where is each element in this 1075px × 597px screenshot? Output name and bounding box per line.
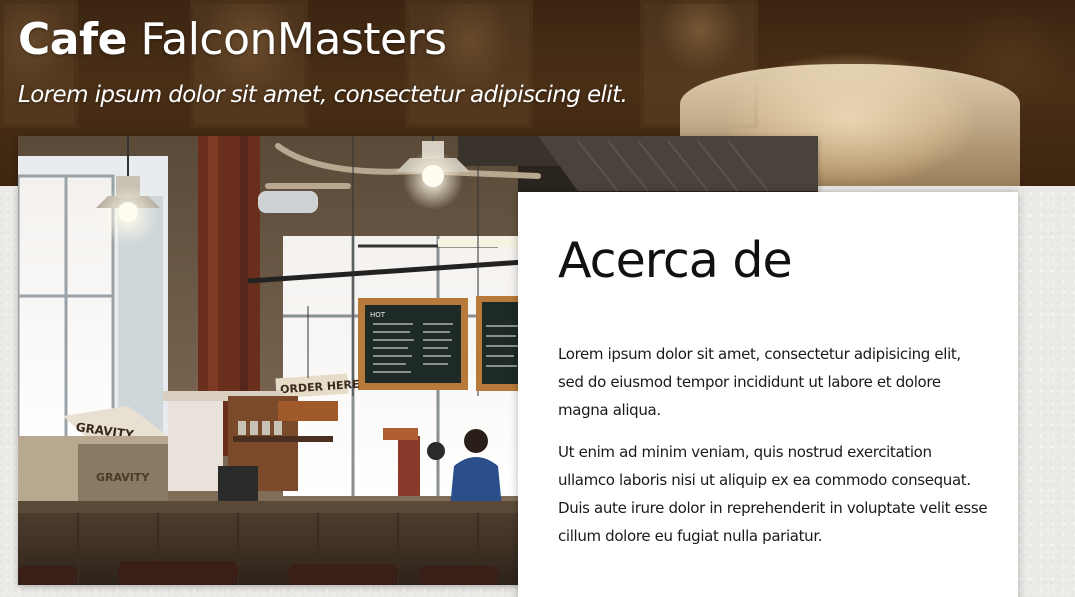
svg-text:GRAVITY: GRAVITY xyxy=(96,471,150,484)
site-title[interactable]: Cafe FalconMasters xyxy=(18,14,447,67)
site-title-rest: FalconMasters xyxy=(140,14,447,65)
about-card: Acerca de Lorem ipsum dolor sit amet, co… xyxy=(518,192,1018,597)
site-tagline: Lorem ipsum dolor sit amet, consectetur … xyxy=(18,82,628,108)
site-title-strong: Cafe xyxy=(18,14,127,65)
about-title: Acerca de xyxy=(558,232,793,289)
about-paragraph-2: Ut enim ad minim veniam, quis nostrud ex… xyxy=(558,443,988,545)
menu-board-label: HOT xyxy=(370,311,386,319)
about-paragraph-1: Lorem ipsum dolor sit amet, consectetur … xyxy=(558,345,961,419)
